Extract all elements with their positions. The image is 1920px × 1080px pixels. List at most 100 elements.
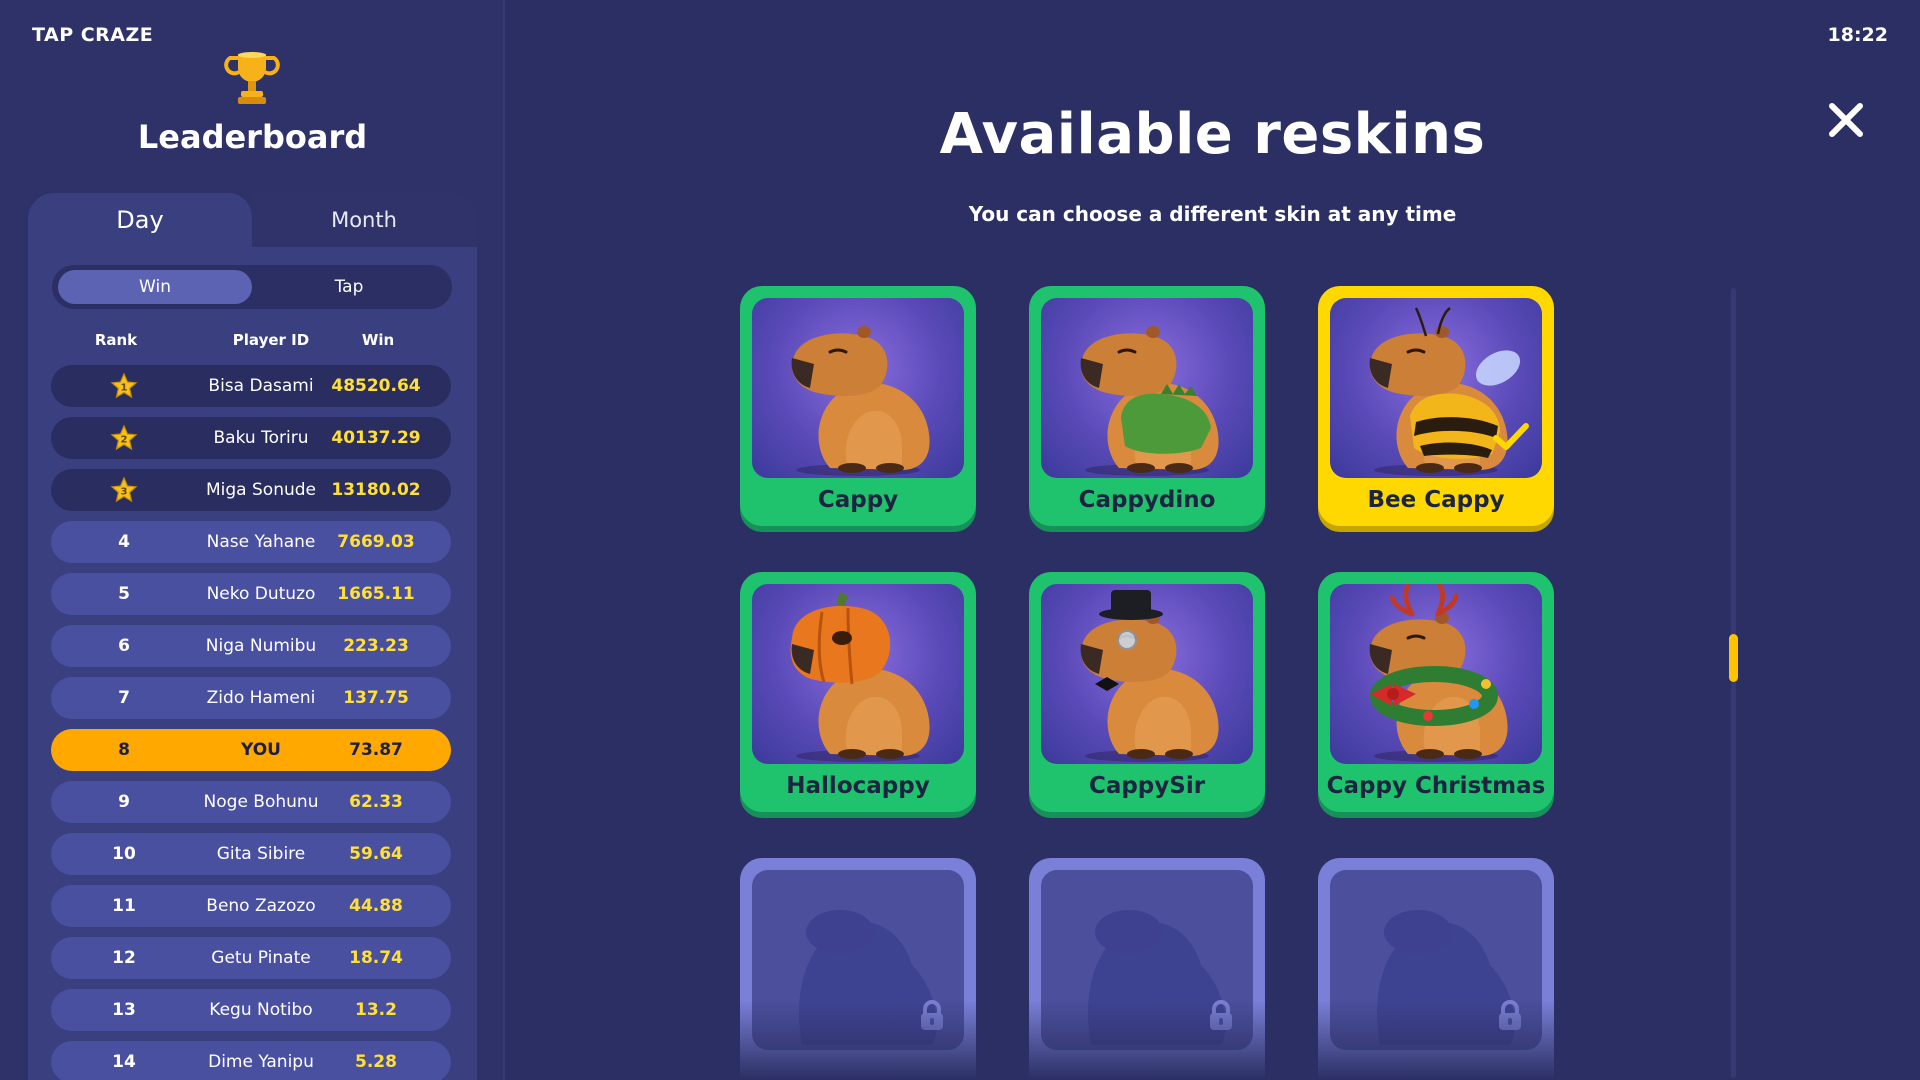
mode-tap-button[interactable]: Tap — [252, 270, 446, 304]
row-player-id: YOU — [241, 740, 281, 760]
row-win: 7669.03 — [337, 532, 415, 552]
rank-star-icon: 2 — [110, 424, 138, 451]
tab-month[interactable]: Month — [252, 193, 476, 247]
row-win: 62.33 — [349, 792, 403, 812]
table-row[interactable]: 12 Getu Pinate 18.74 — [51, 937, 451, 979]
app-title: TAP CRAZE — [32, 24, 154, 46]
reskin-card-bee-cappy[interactable]: Bee Cappy — [1318, 286, 1554, 526]
reskin-name — [1318, 1050, 1554, 1080]
capybara-illustration — [791, 326, 930, 476]
table-row[interactable]: 14 Dime Yanipu 5.28 — [51, 1041, 451, 1080]
mode-toggle: Win Tap — [52, 265, 452, 309]
row-rank: 14 — [112, 1052, 136, 1072]
lock-icon — [1210, 1000, 1232, 1030]
rank-star-number: 2 — [121, 435, 128, 446]
reskin-card-cappy-christmas[interactable]: Cappy Christmas — [1318, 572, 1554, 812]
row-rank: 5 — [118, 584, 130, 604]
row-player-id: Beno Zazozo — [206, 896, 316, 916]
capybara-illustration — [1369, 584, 1508, 762]
table-row[interactable]: 4 Nase Yahane 7669.03 — [51, 521, 451, 563]
row-player-id: Kegu Notibo — [209, 1000, 313, 1020]
row-win: 13180.02 — [331, 480, 421, 500]
row-win: 44.88 — [349, 896, 403, 916]
row-player-id: Getu Pinate — [211, 948, 311, 968]
skin-image — [1041, 584, 1253, 764]
table-row[interactable]: 7 Zido Hameni 137.75 — [51, 677, 451, 719]
row-player-id: Niga Numibu — [205, 636, 317, 656]
leaderboard-title: Leaderboard — [137, 118, 368, 156]
reskin-name: Bee Cappy — [1367, 487, 1505, 513]
table-row[interactable]: 13 Kegu Notibo 13.2 — [51, 989, 451, 1031]
row-player-id: Nase Yahane — [206, 532, 316, 552]
row-player-id: Dime Yanipu — [208, 1052, 314, 1072]
rank-star-icon: 3 — [110, 476, 138, 503]
row-player-id: Neko Dutuzo — [206, 584, 316, 604]
reskin-card-cappydino[interactable]: Cappydino — [1029, 286, 1265, 526]
rank-star-number: 3 — [121, 487, 128, 498]
page-subtitle: You can choose a different skin at any t… — [968, 202, 1457, 226]
leaderboard-card: Day Month Win Tap Rank Player ID Win 1 Bi… — [28, 193, 477, 1080]
table-row[interactable]: 2 Baku Toriru 40137.29 — [51, 417, 451, 459]
row-win: 13.2 — [355, 1000, 397, 1020]
rank-star-icon: 1 — [110, 372, 138, 399]
reskin-scroll-track — [1731, 288, 1736, 1078]
tab-day[interactable]: Day — [28, 193, 252, 247]
reskin-name — [1029, 1050, 1265, 1080]
table-row-current-player[interactable]: 8 YOU 73.87 — [51, 729, 451, 771]
checkmark-icon — [1493, 423, 1529, 450]
reskin-card-cappysir[interactable]: CappySir — [1029, 572, 1265, 812]
row-win: 5.28 — [355, 1052, 397, 1072]
table-row[interactable]: 11 Beno Zazozo 44.88 — [51, 885, 451, 927]
reskin-scroll-thumb[interactable] — [1729, 634, 1738, 682]
row-rank: 12 — [112, 948, 136, 968]
table-row[interactable]: 6 Niga Numibu 223.23 — [51, 625, 451, 667]
mode-win-button[interactable]: Win — [58, 270, 252, 304]
row-rank: 9 — [118, 792, 130, 812]
skin-image — [752, 298, 964, 478]
row-player-id: Zido Hameni — [206, 688, 316, 708]
row-rank: 13 — [112, 1000, 136, 1020]
row-player-id: Gita Sibire — [216, 844, 306, 864]
column-win: Win — [361, 331, 395, 349]
table-row[interactable]: 5 Neko Dutuzo 1665.11 — [51, 573, 451, 615]
row-player-id: Baku Toriru — [213, 428, 309, 448]
page-title: Available reskins — [939, 102, 1486, 167]
capybara-illustration — [1080, 326, 1219, 476]
row-rank: 10 — [112, 844, 136, 864]
row-rank: 11 — [112, 896, 136, 916]
table-row[interactable]: 9 Noge Bohunu 62.33 — [51, 781, 451, 823]
row-win: 40137.29 — [331, 428, 421, 448]
row-win: 59.64 — [349, 844, 403, 864]
row-win: 73.87 — [349, 740, 403, 760]
reskin-card-locked — [1029, 858, 1265, 1080]
table-row[interactable]: 1 Bisa Dasami 48520.64 — [51, 365, 451, 407]
row-player-id: Miga Sonude — [206, 480, 316, 500]
column-player-id: Player ID — [232, 331, 310, 349]
reskin-card-locked — [740, 858, 976, 1080]
leaderboard-panel: TAP CRAZE Leaderboard Day Month Win Tap … — [0, 0, 505, 1080]
period-tabs: Day Month — [28, 193, 477, 247]
row-win: 48520.64 — [331, 376, 421, 396]
row-win: 1665.11 — [337, 584, 415, 604]
reskin-card-hallocappy[interactable]: Hallocappy — [740, 572, 976, 812]
reskin-name — [740, 1050, 976, 1080]
reskin-card-locked — [1318, 858, 1554, 1080]
column-rank: Rank — [94, 331, 138, 349]
row-rank: 7 — [118, 688, 130, 708]
row-rank: 8 — [118, 740, 130, 760]
reskin-name: Cappy — [817, 487, 899, 513]
reskin-card-cappy[interactable]: Cappy — [740, 286, 976, 526]
reskin-grid: Cappy Cappydino Bee Cappy Hallocappy CappySi… — [740, 286, 1690, 1080]
lock-icon — [1499, 1000, 1521, 1030]
row-player-id: Noge Bohunu — [203, 792, 319, 812]
skin-image — [1330, 584, 1542, 764]
row-win: 223.23 — [343, 636, 409, 656]
skin-image — [1041, 298, 1253, 478]
reskin-name: Hallocappy — [786, 773, 930, 799]
table-row[interactable]: 10 Gita Sibire 59.64 — [51, 833, 451, 875]
trophy-icon — [224, 52, 280, 104]
row-rank: 4 — [118, 532, 130, 552]
table-row[interactable]: 3 Miga Sonude 13180.02 — [51, 469, 451, 511]
row-rank: 6 — [118, 636, 130, 656]
capybara-illustration — [790, 592, 930, 762]
